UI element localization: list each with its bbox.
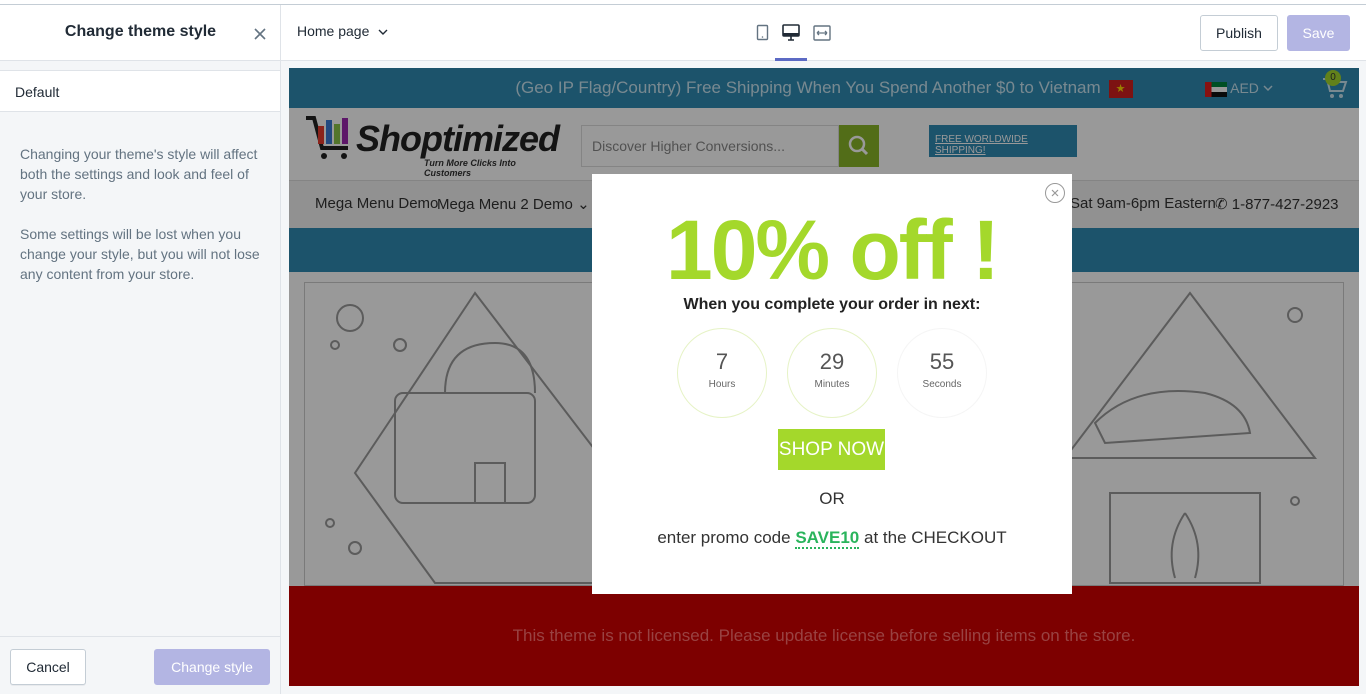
or-separator: OR [819,489,845,508]
save-button[interactable]: Save [1287,15,1350,51]
editor-topbar: Home page Publish Save [281,5,1366,61]
page-selector-label: Home page [297,23,370,39]
popup-title: 10% off ! [665,203,1000,297]
chevron-down-icon [378,29,388,36]
sidebar-title: Change theme style [64,23,217,40]
promo-prefix: enter promo code [657,528,791,547]
countdown-seconds: 55 Seconds [897,328,987,418]
close-icon[interactable] [1044,182,1066,204]
preview-frame: (Geo IP Flag/Country) Free Shipping When… [289,68,1359,686]
promo-text: enter promo code SAVE10 at the CHECKOUT [592,528,1072,549]
minutes-label: Minutes [814,379,850,390]
countdown-minutes: 29 Minutes [787,328,877,418]
sidebar-header: Change theme style [0,5,280,61]
promo-code[interactable]: SAVE10 [795,528,860,549]
countdown-hours: 7 Hours [677,328,767,418]
shop-now-button[interactable]: SHOP NOW [778,429,885,470]
sidebar-footer: Cancel Change style [0,636,280,694]
mobile-icon[interactable] [751,22,773,44]
promo-suffix: at the CHECKOUT [864,528,1007,547]
style-option-default[interactable]: Default [0,70,280,112]
description-paragraph: Changing your theme's style will affect … [20,146,258,202]
hours-value: 7 [715,349,729,374]
close-icon[interactable] [250,24,270,44]
seconds-label: Seconds [922,379,962,390]
page-selector[interactable]: Home page [297,23,389,39]
seconds-value: 55 [929,349,955,374]
cancel-button[interactable]: Cancel [10,649,86,685]
change-style-button[interactable]: Change style [154,649,270,685]
theme-style-sidebar: Change theme style Default Changing your… [0,5,281,694]
description-paragraph: Some settings will be lost when you chan… [20,226,260,282]
style-description: Changing your theme's style will affect … [20,144,270,304]
publish-button[interactable]: Publish [1200,15,1278,51]
desktop-icon[interactable] [780,22,802,44]
fullscreen-icon[interactable] [811,22,833,44]
popup-subtitle: When you complete your order in next: [683,296,981,313]
hours-label: Hours [708,379,736,390]
discount-popup: 10% off ! When you complete your order i… [592,174,1072,594]
minutes-value: 29 [819,349,845,374]
store-preview: (Geo IP Flag/Country) Free Shipping When… [281,61,1366,694]
